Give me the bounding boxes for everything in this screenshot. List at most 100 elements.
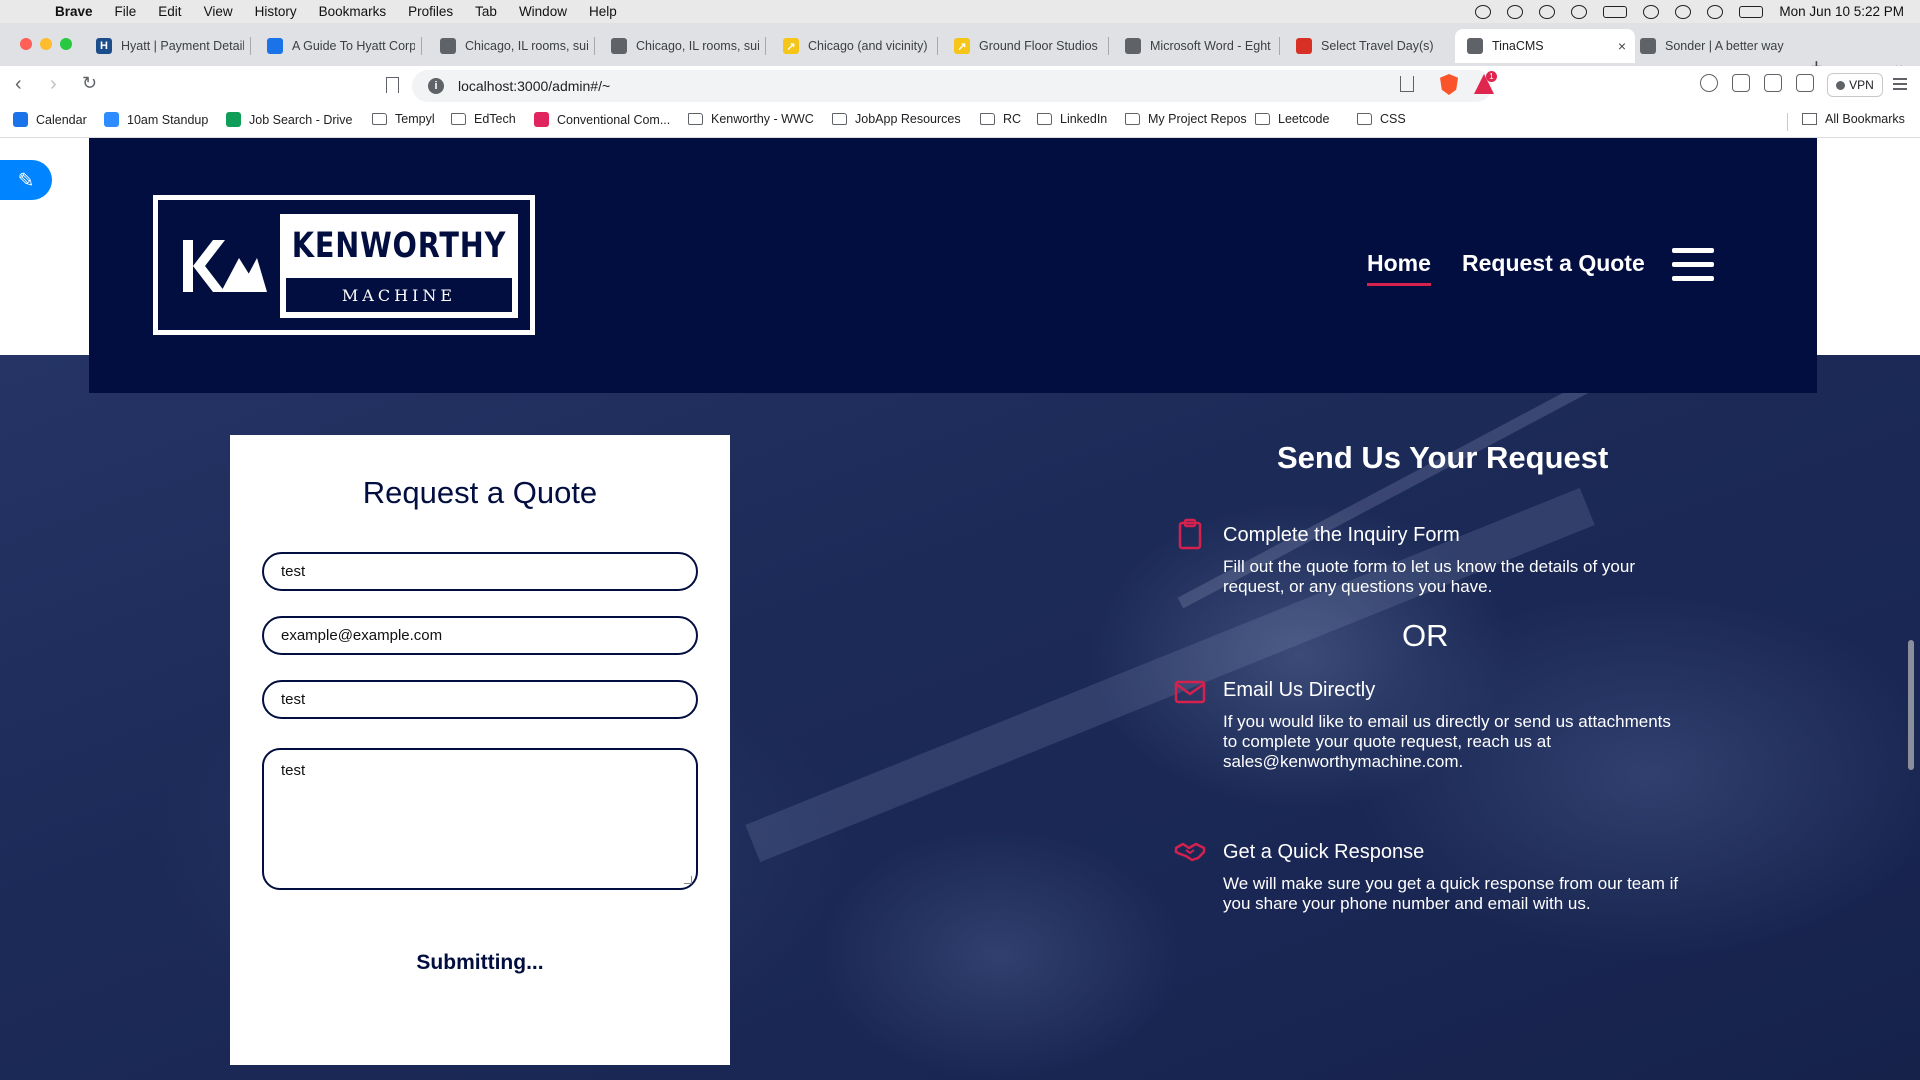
bookmark-item[interactable]: Conventional Com... [534,112,670,127]
menu-file[interactable]: File [115,4,137,19]
logo-wordmark: KENWORTHY [291,226,507,266]
tab-title: Ground Floor Studios [979,39,1098,53]
extensions-area [1700,74,1814,92]
wallet-icon[interactable] [1796,74,1814,92]
folder-icon [832,113,847,125]
address-url[interactable]: localhost:3000/admin#/~ [458,78,610,94]
moon-icon[interactable] [1539,4,1556,19]
tab-9[interactable]: Sonder | A better way [1628,29,1788,63]
tab-favicon-icon [440,38,456,54]
tab-3[interactable]: Chicago, IL rooms, sui [599,29,759,63]
menu-view[interactable]: View [204,4,233,19]
tab-separator [421,37,422,55]
close-tab-icon[interactable]: × [1618,38,1626,54]
calendar-icon [13,112,28,127]
bookmark-item[interactable]: RC [980,112,1021,126]
bookmark-item[interactable]: My Project Repos [1125,112,1247,126]
bookmark-item[interactable]: EdTech [451,112,516,126]
bookmarks-divider [1787,113,1788,131]
tab-4[interactable]: ↗ Chicago (and vicinity) [771,29,931,63]
bookmark-label: CSS [1380,112,1406,126]
browser-menu-icon[interactable] [1893,78,1907,90]
email-field[interactable]: example@example.com [262,616,698,655]
folder-icon [1802,113,1817,125]
extensions-puzzle-icon[interactable] [1732,74,1750,92]
tina-edit-button[interactable]: ✎ [0,160,52,200]
bookmark-item[interactable]: Calendar [13,112,87,127]
close-window-button[interactable] [20,38,32,50]
hamburger-menu-icon[interactable] [1672,248,1714,282]
step-title-inquiry: Complete the Inquiry Form [1223,524,1460,546]
page-scrollbar[interactable] [1908,640,1914,770]
folder-icon [1357,113,1372,125]
bookmark-item[interactable]: CSS [1357,112,1406,126]
tab-7[interactable]: Select Travel Day(s) [1284,29,1444,63]
bookmark-page-icon[interactable] [386,77,399,93]
tab-title: Hyatt | Payment Detail [121,39,244,53]
menu-bookmarks[interactable]: Bookmarks [319,4,387,19]
step-title-email: Email Us Directly [1223,679,1376,701]
sidebar-toggle-icon[interactable] [1764,74,1782,92]
share-icon[interactable] [1400,76,1414,92]
info-title: Send Us Your Request [1277,440,1609,475]
bookmarks-bar: Calendar 10am Standup Job Search - Drive Te… [0,106,1920,138]
tab-6[interactable]: Microsoft Word - Eght [1113,29,1273,63]
bookmark-label: JobApp Resources [855,112,961,126]
menu-window[interactable]: Window [519,4,567,19]
back-arrow-icon[interactable]: ‹ [15,73,22,96]
all-bookmarks-button[interactable]: All Bookmarks [1802,112,1905,126]
bookmark-label: 10am Standup [127,112,209,127]
bluetooth-icon[interactable] [1571,4,1588,19]
user-icon[interactable] [1675,4,1692,19]
menu-help[interactable]: Help [589,4,617,19]
control-center-icon[interactable] [1739,5,1764,18]
forward-arrow-icon[interactable]: › [50,73,57,96]
menu-history[interactable]: History [255,4,297,19]
tab-5[interactable]: ↗ Ground Floor Studios [942,29,1102,63]
menu-edit[interactable]: Edit [158,4,181,19]
tab-0[interactable]: H Hyatt | Payment Detail [84,29,244,63]
tab-title: Chicago, IL rooms, sui [465,39,588,53]
zoom-window-button[interactable] [60,38,72,50]
address-bar[interactable]: i localhost:3000/admin#/~ [412,70,1492,102]
tab-title: Sonder | A better way [1665,39,1784,53]
nav-request-quote-link[interactable]: Request a Quote [1462,250,1645,277]
or-divider: OR [1402,618,1449,653]
vpn-button[interactable]: VPN [1827,73,1883,97]
resize-handle-icon[interactable] [684,876,692,884]
bookmark-item[interactable]: Job Search - Drive [226,112,353,127]
name-field[interactable]: test [262,552,698,591]
page-viewport: KENWORTHY MACHINE Home Request a Quote ✎… [0,138,1920,1080]
submit-button[interactable]: Submitting... [230,951,730,975]
kenworthy-logo[interactable]: KENWORTHY MACHINE [153,195,535,335]
bookmark-item[interactable]: 10am Standup [104,112,208,127]
zoom-icon [104,112,119,127]
battery-icon[interactable] [1603,5,1628,18]
phone-field[interactable]: test [262,680,698,719]
message-textarea[interactable]: test [262,748,698,890]
bookmark-item[interactable]: LinkedIn [1037,112,1107,126]
bookmark-item[interactable]: JobApp Resources [832,112,961,126]
minimize-window-button[interactable] [40,38,52,50]
menu-profiles[interactable]: Profiles [408,4,453,19]
wifi-icon[interactable] [1643,4,1660,19]
password-manager-icon[interactable] [1475,4,1492,19]
sync-icon[interactable] [1507,4,1524,19]
reload-icon[interactable]: ↻ [82,73,97,94]
menu-tab[interactable]: Tab [475,4,497,19]
bookmark-item[interactable]: Tempyl [372,112,435,126]
spotlight-search-icon[interactable] [1707,4,1724,19]
nav-home-link[interactable]: Home [1367,250,1431,286]
tab-8[interactable]: TinaCMS × [1455,29,1635,63]
tab-2[interactable]: Chicago, IL rooms, sui [428,29,588,63]
bookmark-label: Conventional Com... [557,112,671,127]
tab-1[interactable]: A Guide To Hyatt Corp [255,29,415,63]
menu-app-brave[interactable]: Brave [55,4,93,19]
bookmark-item[interactable]: Leetcode [1255,112,1329,126]
bookmark-item[interactable]: Kenworthy - WWC [688,112,814,126]
vpn-status-icon [1836,80,1846,90]
tab-favicon-icon [267,38,283,54]
site-info-icon[interactable]: i [428,78,444,94]
menu-clock[interactable]: Mon Jun 10 5:22 PM [1779,4,1904,19]
1password-icon[interactable] [1700,74,1718,92]
